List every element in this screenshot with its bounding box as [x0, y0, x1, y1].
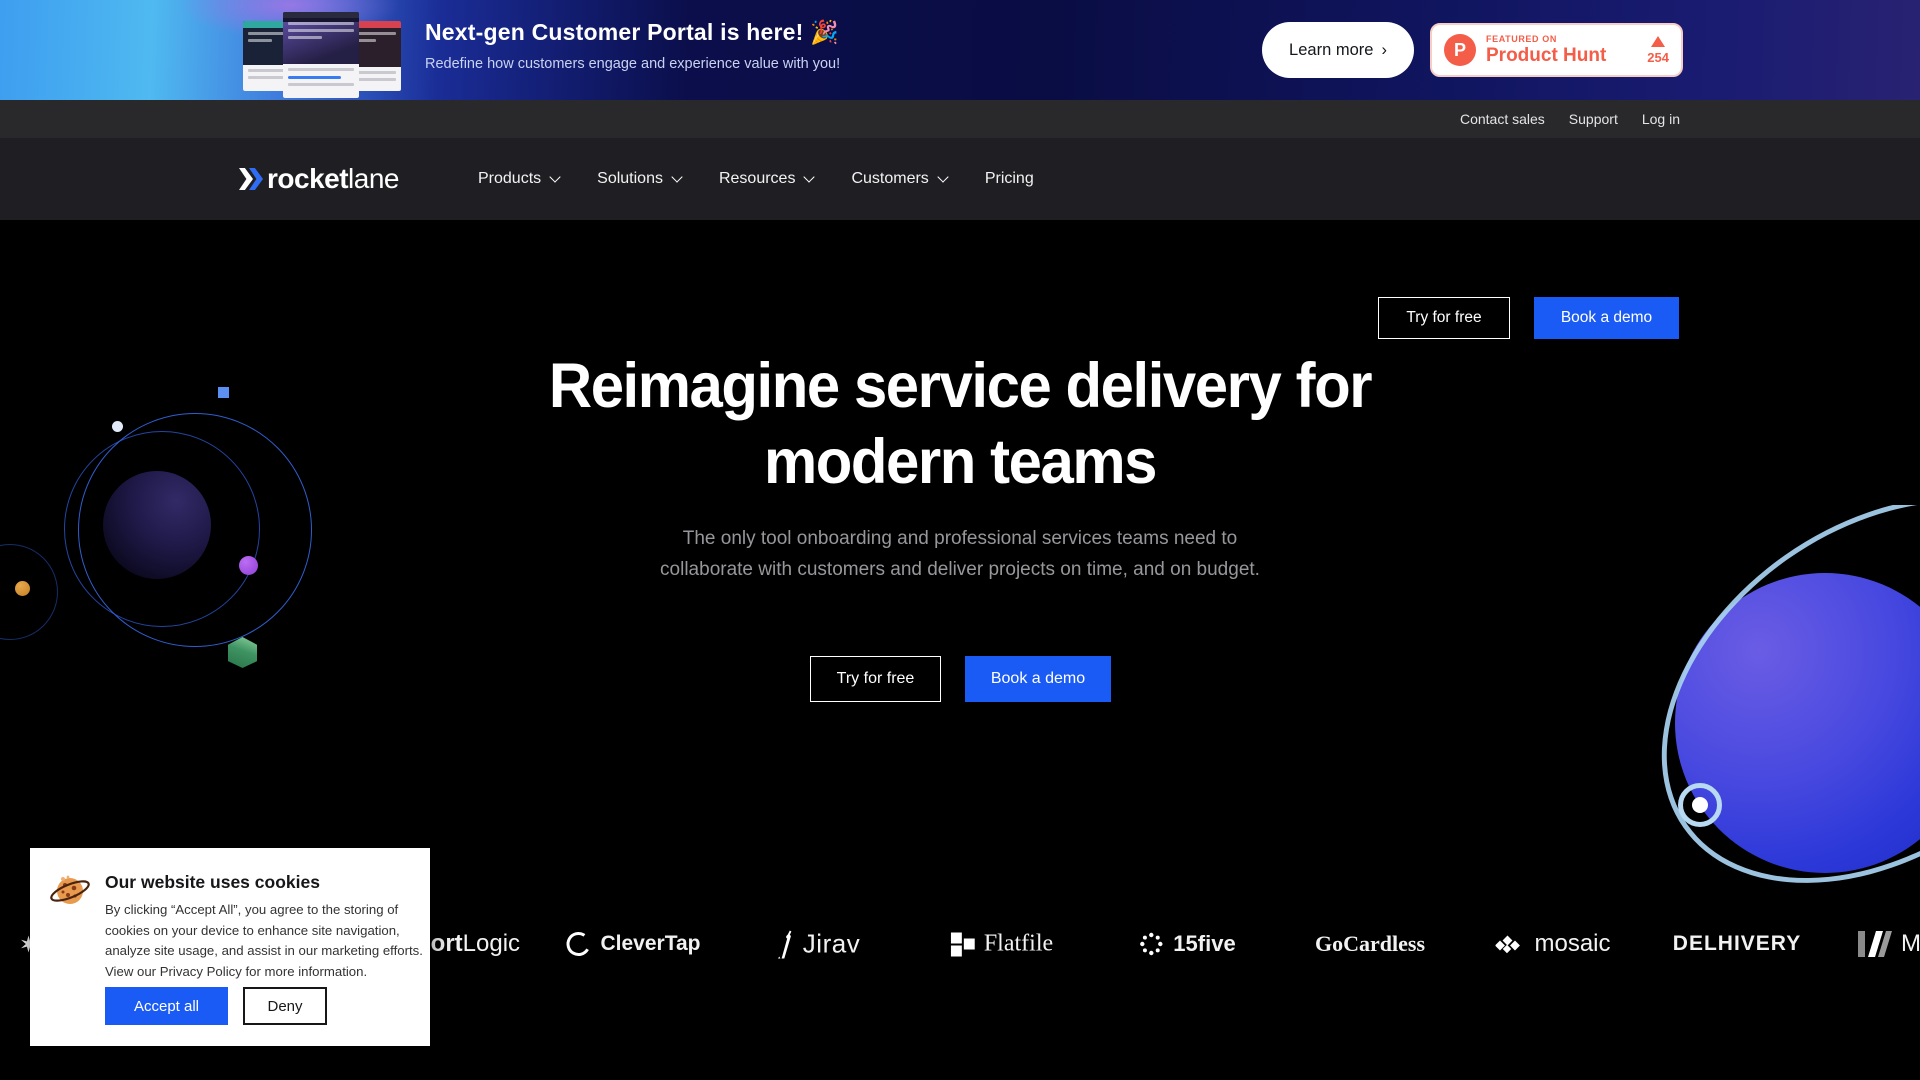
diamonds-icon — [1495, 933, 1525, 955]
giraffe-icon — [774, 930, 794, 958]
logo-clevertap: CleverTap — [566, 931, 701, 957]
chevron-down-icon — [937, 171, 948, 182]
chevron-down-icon — [804, 171, 815, 182]
product-hunt-badge[interactable]: P FEATURED ON Product Hunt 254 — [1430, 23, 1683, 77]
product-hunt-icon: P — [1444, 34, 1476, 66]
planet-ring-icon — [1640, 505, 1920, 905]
logo-mosaic: mosaic — [1495, 930, 1610, 958]
cookie-body-text: By clicking “Accept All”, you agree to t… — [105, 900, 425, 982]
brand-text-bold: rocket — [267, 163, 348, 194]
chevron-down-icon — [671, 171, 682, 182]
accept-all-button[interactable]: Accept all — [105, 987, 228, 1025]
nav-book-a-demo-button[interactable]: Book a demo — [1534, 297, 1679, 339]
logo-jirav: Jirav — [774, 929, 860, 960]
green-cube-icon — [228, 637, 257, 668]
nav-item-customers[interactable]: Customers — [851, 170, 946, 188]
sunburst-icon — [1138, 931, 1164, 957]
nav-item-products[interactable]: Products — [478, 170, 559, 188]
rocketlane-homepage: Next-gen Customer Portal is here! 🎉 Rede… — [0, 0, 1920, 1080]
support-link[interactable]: Support — [1569, 111, 1618, 127]
nav-menu: Products Solutions Resources Customers P… — [478, 138, 1034, 220]
logo-chevron-white-icon — [239, 168, 253, 190]
orbit-marker-dot-icon — [1692, 797, 1708, 813]
cookie-consent-popup: Our website uses cookies By clicking “Ac… — [30, 848, 430, 1046]
hero-heading-line2: modern teams — [48, 424, 1872, 500]
deny-button[interactable]: Deny — [243, 987, 327, 1025]
logo-delhivery: DELHIVERY — [1673, 932, 1801, 956]
announcement-banner: Next-gen Customer Portal is here! 🎉 Rede… — [0, 0, 1920, 100]
flatfile-squares-icon — [951, 932, 975, 956]
nav-item-solutions[interactable]: Solutions — [597, 170, 681, 188]
banner-title: Next-gen Customer Portal is here! 🎉 — [425, 19, 839, 46]
nav-item-pricing[interactable]: Pricing — [985, 170, 1034, 188]
hero-subtext: The only tool onboarding and professiona… — [650, 524, 1270, 585]
utility-bar: Contact sales Support Log in — [0, 100, 1920, 138]
cookie-planet-icon — [48, 870, 92, 914]
nav-try-for-free-button[interactable]: Try for free — [1378, 297, 1510, 339]
banner-subtitle: Redefine how customers engage and experi… — [425, 56, 840, 72]
banner-thumbnail-image — [243, 12, 401, 98]
learn-more-label: Learn more — [1289, 41, 1373, 60]
learn-more-button[interactable]: Learn more › — [1262, 22, 1414, 78]
product-hunt-name: Product Hunt — [1486, 45, 1606, 67]
hero-heading: Reimagine service delivery for modern te… — [48, 348, 1872, 500]
main-navigation: rocketlane Products Solutions Resources … — [0, 138, 1920, 220]
matillion-slashes-icon — [1858, 929, 1892, 959]
chevron-right-icon: › — [1381, 42, 1387, 59]
hero-try-for-free-button[interactable]: Try for free — [810, 656, 941, 702]
rocketlane-logo[interactable]: rocketlane — [239, 138, 399, 220]
upvote-count: 254 — [1647, 50, 1669, 65]
brand-text-light: lane — [348, 163, 399, 194]
logo-gocardless: GoCardless — [1315, 931, 1425, 957]
hero-book-a-demo-button[interactable]: Book a demo — [965, 656, 1111, 702]
login-link[interactable]: Log in — [1642, 111, 1680, 127]
logo-supportlogic: portLogic — [416, 930, 520, 958]
chevron-down-icon — [549, 171, 560, 182]
product-hunt-featured-label: FEATURED ON — [1486, 34, 1606, 44]
logo-15five: 15five — [1138, 931, 1235, 957]
clevertap-crescent-icon — [566, 931, 592, 957]
logo-flatfile: Flatfile — [951, 931, 1053, 958]
contact-sales-link[interactable]: Contact sales — [1460, 111, 1545, 127]
purple-dot-icon — [239, 556, 258, 575]
orange-dot-icon — [15, 581, 30, 596]
planet-ring-decoration — [1640, 505, 1920, 905]
cookie-title: Our website uses cookies — [105, 872, 320, 893]
thumbnail-window-center — [283, 12, 359, 98]
logo-matillion-partial: M — [1858, 929, 1920, 959]
hero-heading-line1: Reimagine service delivery for — [48, 348, 1872, 424]
upvote-triangle-icon — [1651, 36, 1665, 47]
nav-item-resources[interactable]: Resources — [719, 170, 813, 188]
